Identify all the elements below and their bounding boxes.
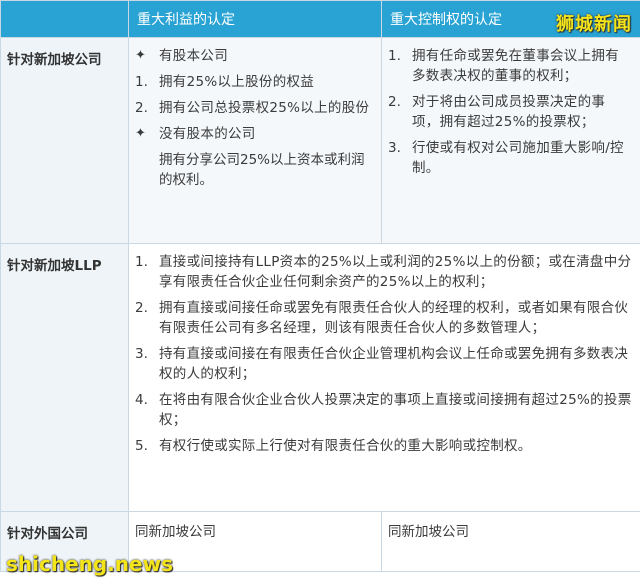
star-bullet-icon: ✦ xyxy=(135,126,146,141)
list-item: 1. 拥有25%以上股份的权益 xyxy=(135,74,315,90)
foreign-control-cell: 同新加坡公司 xyxy=(381,511,640,572)
row-sg-company: 针对新加坡公司 ✦ 有股本公司 1. 拥有25%以上股份的权益 2. 拥有公司总… xyxy=(0,37,640,244)
watermark-logo-bottom: shicheng.news xyxy=(6,552,173,576)
sg-llp-cell: 1. 直接或间接持有LLP资本的25%以上或利润的25%以上的份额；或在清盘中分… xyxy=(128,243,640,512)
row-label-sg-llp: 针对新加坡LLP xyxy=(0,243,129,512)
row-sg-llp: 针对新加坡LLP 1. 直接或间接持有LLP资本的25%以上或利润的25%以上的… xyxy=(0,243,640,512)
watermark-logo-top: 狮城新闻 xyxy=(556,14,632,35)
list-item: 3. 持有直接或间接在有限责任合伙企业管理机构会议上任命或罢免拥有多数表决权的人… xyxy=(135,346,629,382)
sg-company-control-cell: 1. 拥有任命或罢免在董事会议上拥有多数表决权的董事的权利； 2. 对于将由公司… xyxy=(381,37,640,244)
no-share-capital-text: 拥有分享公司25%以上资本或利润的权利。 xyxy=(159,152,365,188)
header-row: 重大利益的认定 重大控制权的认定 xyxy=(0,0,640,38)
list-item: 2. 拥有直接或间接任命或罢免有限责任合伙人的经理的权利，或者如果有限合伙有限责… xyxy=(135,300,629,336)
list-item: 1. 拥有任命或罢免在董事会议上拥有多数表决权的董事的权利； xyxy=(388,48,619,84)
section-no-share-capital: ✦ 没有股本的公司 xyxy=(135,126,256,142)
list-item: 5. 有权行使或实际上行使对有限责任合伙的重大影响或控制权。 xyxy=(135,438,532,454)
header-empty xyxy=(0,0,129,38)
section-share-capital: ✦ 有股本公司 xyxy=(135,48,228,64)
list-item: 4. 在将由有限合伙企业合伙人投票决定的事项上直接或间接拥有超过25%的投票权； xyxy=(135,392,632,428)
row-label-sg-company: 针对新加坡公司 xyxy=(0,37,129,244)
list-item: 1. 直接或间接持有LLP资本的25%以上或利润的25%以上的份额；或在清盘中分… xyxy=(135,254,632,290)
list-item: 2. 对于将由公司成员投票决定的事项，拥有超过25%的投票权； xyxy=(388,94,606,130)
star-bullet-icon: ✦ xyxy=(135,48,146,63)
list-item: 3. 行使或有权对公司施加重大影响/控制。 xyxy=(388,140,624,176)
sg-company-interest-cell: ✦ 有股本公司 1. 拥有25%以上股份的权益 2. 拥有公司总投票权25%以上… xyxy=(128,37,382,244)
list-item: 2. 拥有公司总投票权25%以上的股份 xyxy=(135,100,370,116)
ownership-criteria-table: 重大利益的认定 重大控制权的认定 针对新加坡公司 ✦ 有股本公司 1. 拥有25… xyxy=(0,0,640,572)
header-interest: 重大利益的认定 xyxy=(128,0,382,38)
